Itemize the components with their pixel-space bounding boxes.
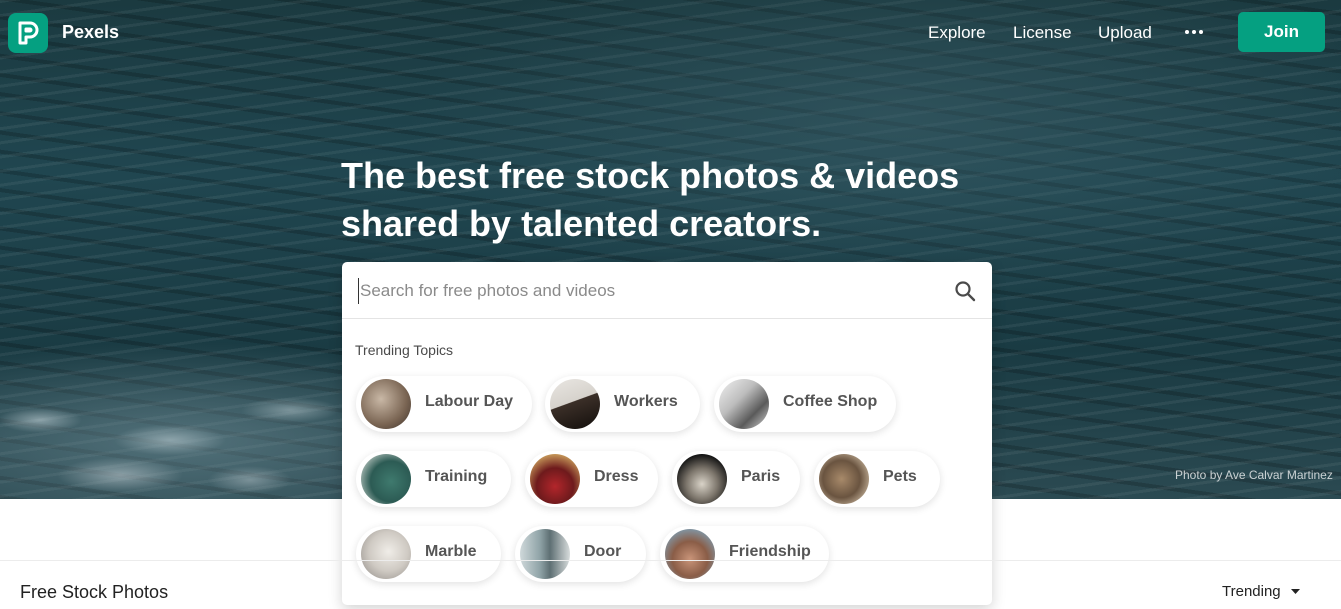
section-title: Free Stock Photos <box>20 582 169 602</box>
marble-thumbnail <box>361 529 411 579</box>
join-button[interactable]: Join <box>1238 12 1325 52</box>
topic-label: Coffee Shop <box>783 393 878 410</box>
topic-chip-friendship[interactable]: Friendship <box>660 526 829 582</box>
topic-label: Dress <box>594 468 639 485</box>
training-thumbnail <box>361 454 411 504</box>
hero-headline-line-2: shared by talented creators. <box>341 203 822 244</box>
topic-chip-dress[interactable]: Dress <box>525 451 658 507</box>
friendship-thumbnail <box>665 529 715 579</box>
nav-upload-link[interactable]: Upload <box>1098 23 1152 43</box>
topic-chip-coffee-shop[interactable]: Coffee Shop <box>714 376 896 432</box>
topic-chip-marble[interactable]: Marble <box>356 526 501 582</box>
door-thumbnail <box>520 529 570 579</box>
nav-explore-link[interactable]: Explore <box>928 23 986 43</box>
topic-label: Pets <box>883 468 917 485</box>
dress-thumbnail <box>530 454 580 504</box>
topic-chip-pets[interactable]: Pets <box>814 451 940 507</box>
topic-chip-labour-day[interactable]: Labour Day <box>356 376 532 432</box>
pexels-logo-icon[interactable] <box>8 13 48 53</box>
workers-thumbnail <box>550 379 600 429</box>
topic-chip-door[interactable]: Door <box>515 526 646 582</box>
nav-license-link[interactable]: License <box>1013 23 1072 43</box>
topic-label: Friendship <box>729 543 811 560</box>
search-bar <box>342 262 992 319</box>
brand-name[interactable]: Pexels <box>62 22 119 43</box>
search-icon[interactable] <box>954 280 976 302</box>
topic-label: Labour Day <box>425 393 514 410</box>
more-horizontal-icon[interactable] <box>1185 30 1205 36</box>
coffee-shop-thumbnail <box>719 379 769 429</box>
search-input[interactable] <box>358 278 938 304</box>
topic-chip-paris[interactable]: Paris <box>672 451 800 507</box>
trending-topics-label: Trending Topics <box>355 342 454 358</box>
hero-headline: The best free stock photos & videos shar… <box>341 152 1001 248</box>
paris-thumbnail <box>677 454 727 504</box>
topic-chip-training[interactable]: Training <box>356 451 511 507</box>
topic-label: Marble <box>425 543 477 560</box>
pets-thumbnail <box>819 454 869 504</box>
top-navigation-bar: Pexels Explore License Upload Join <box>0 0 1341 66</box>
section-divider <box>0 560 1341 561</box>
labour-day-thumbnail <box>361 379 411 429</box>
search-panel: Trending Topics Labour Day Workers Coffe… <box>342 262 992 605</box>
photo-credit[interactable]: Photo by Ave Calvar Martinez <box>1175 468 1333 482</box>
topic-label: Paris <box>741 468 781 485</box>
topic-chip-workers[interactable]: Workers <box>545 376 700 432</box>
chevron-down-icon[interactable] <box>1291 589 1300 595</box>
topic-label: Door <box>584 543 622 560</box>
topic-label: Workers <box>614 393 678 410</box>
sort-dropdown[interactable]: Trending <box>1222 583 1281 600</box>
topic-label: Training <box>425 468 488 485</box>
hero-headline-line-1: The best free stock photos & videos <box>341 155 960 196</box>
